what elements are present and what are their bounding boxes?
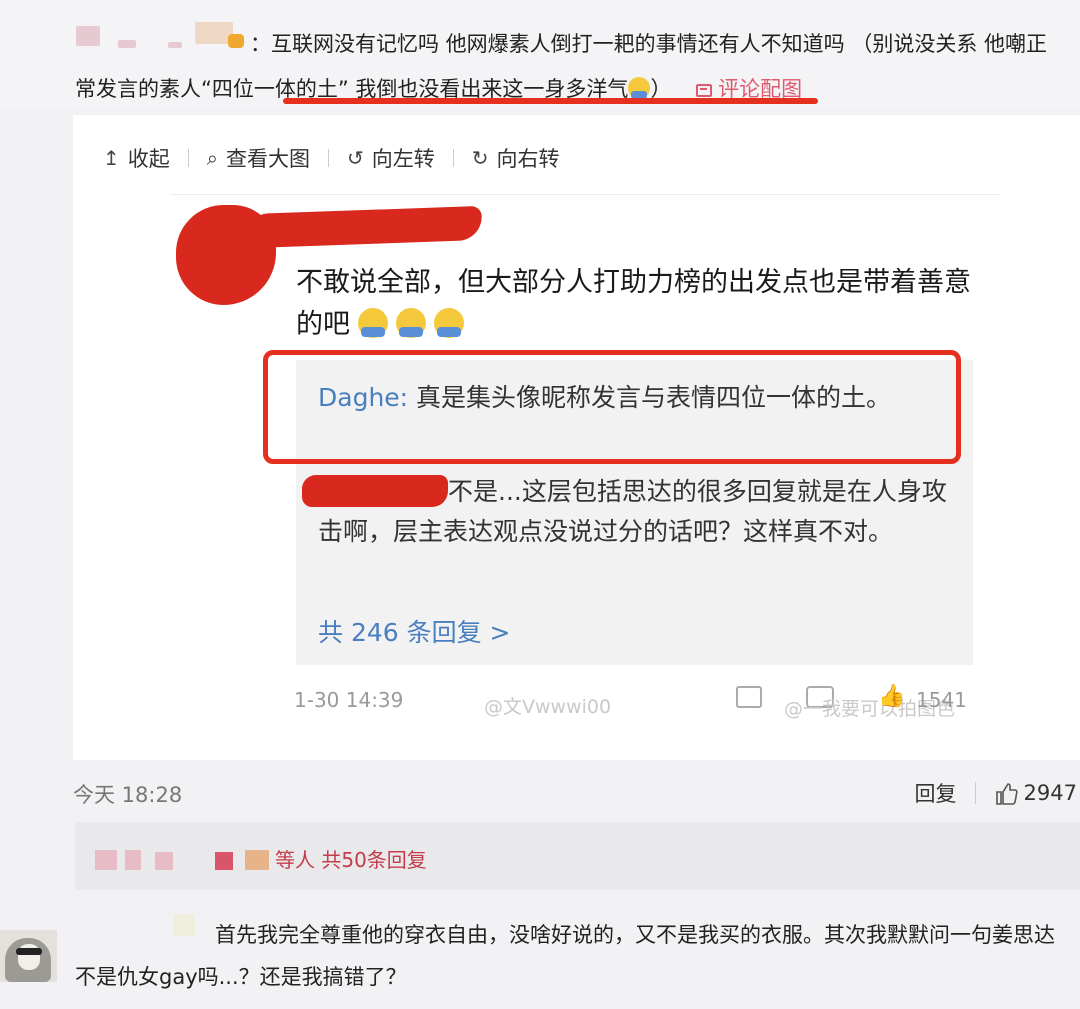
shrug-emoji-icon [358, 308, 388, 338]
comment-2-text: 等人 共50条回复 [275, 848, 427, 872]
action-divider [974, 782, 976, 804]
comment-1-meta: 今天 18:28 回复 2947 [73, 774, 1080, 810]
comment-3-text: 首先我完全尊重他的穿衣自由，没啥好说的，又不是我买的衣服。其次我默默问一句姜思达… [75, 923, 1055, 989]
red-box-annotation [263, 350, 961, 464]
screenshot-like-count: 1541 [916, 688, 967, 712]
shrug-emoji-icon [434, 308, 464, 338]
blurred-username [215, 852, 233, 870]
avatar-glasses [16, 948, 42, 955]
blurred-username [125, 850, 141, 870]
toolbar-divider [187, 149, 189, 167]
blurred-username [95, 850, 117, 870]
toolbar-divider [452, 149, 454, 167]
view-large-button[interactable]: ⌕ 查看大图 [207, 143, 310, 173]
toolbar-divider [327, 149, 329, 167]
like-count: 2947 [1023, 781, 1077, 805]
blurred-badge [245, 850, 269, 870]
screenshot-post-footer: 1-30 14:39 @文Vwwwi00 @一我要可以拍图色 👍 1541 [294, 684, 1004, 720]
comment-2: 等人 共50条回复 [75, 822, 1080, 890]
image-icon [696, 84, 713, 97]
collapse-label: 收起 [127, 147, 170, 171]
search-icon: ⌕ [206, 146, 218, 170]
toolbar-divider-line [170, 194, 1000, 195]
avatar[interactable] [0, 930, 57, 982]
watermark: @文Vwwwi00 [484, 696, 612, 718]
rotate-right-label: 向右转 [496, 147, 560, 171]
like-button[interactable] [994, 782, 1018, 805]
redacted-username [302, 475, 448, 507]
image-viewer-toolbar: ↥ 收起 ⌕ 查看大图 ↺ 向左转 ↻ 向右转 [103, 140, 560, 176]
reply-button[interactable]: 回复 [915, 778, 957, 808]
red-underline-annotation [283, 98, 818, 104]
view-large-label: 查看大图 [225, 147, 310, 171]
comment-1-body: ：互联网没有记忆吗 他网爆素人倒打一耙的事情还有人不知道吗 （别说没关系 他嘲正… [75, 32, 1048, 101]
shrug-emoji-icon [628, 77, 651, 99]
thumb-up-icon [995, 783, 1018, 805]
blurred-username [155, 852, 173, 870]
shrug-emoji-icon [396, 308, 426, 338]
comment-actions: 回复 2947 [915, 778, 1077, 808]
share-icon [736, 686, 762, 708]
rotate-left-icon: ↺ [346, 146, 364, 170]
collapse-button[interactable]: ↥ 收起 [103, 143, 170, 173]
next-comment-hint [75, 999, 1080, 1009]
collapse-icon: ↥ [103, 146, 120, 170]
rotate-right-button[interactable]: ↻ 向右转 [472, 143, 560, 173]
comment-timestamp: 今天 18:28 [73, 783, 183, 807]
screenshot-timestamp: 1-30 14:39 [294, 688, 404, 712]
rotate-left-button[interactable]: ↺ 向左转 [347, 143, 435, 173]
rotate-right-icon: ↻ [471, 146, 489, 170]
more-replies-link: 共 246 条回复 > [318, 618, 511, 647]
screenshot-post-text: 不敢说全部，但大部分人打助力榜的出发点也是带着善意的吧 [296, 262, 976, 346]
rotate-left-label: 向左转 [371, 147, 435, 171]
like-icon: 👍 [878, 684, 906, 709]
